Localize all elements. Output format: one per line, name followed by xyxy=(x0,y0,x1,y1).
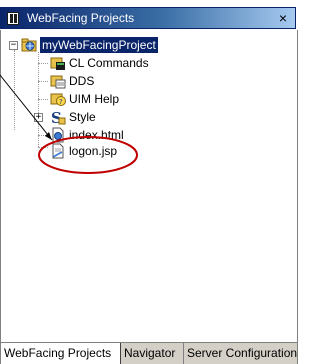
tab-server-configuration[interactable]: Server Configuration xyxy=(184,343,298,364)
tree-item-label: logon.jsp xyxy=(69,144,118,158)
dds-icon xyxy=(50,75,66,89)
tree-root-node[interactable]: − myWebFacingProject xyxy=(9,36,181,54)
view-title: WebFacing Projects xyxy=(27,11,135,25)
expand-toggle[interactable]: + xyxy=(34,113,43,122)
tab-navigator[interactable]: Navigator xyxy=(121,343,184,364)
tree-item-dds[interactable]: DDS xyxy=(50,72,130,90)
project-tree-panel: − myWebFacingProject CL Commands DDS ? U… xyxy=(0,30,298,342)
tab-webfacing-projects[interactable]: WebFacing Projects xyxy=(0,343,121,364)
view-title-bar: WebFacing Projects × xyxy=(0,0,298,30)
collapse-toggle[interactable]: − xyxy=(9,41,18,50)
view-tab-bar: WebFacing Projects Navigator Server Conf… xyxy=(0,342,298,364)
svg-text:?: ? xyxy=(59,98,63,106)
tree-item-style[interactable]: + S Style xyxy=(34,108,130,126)
jsp-file-icon xyxy=(52,143,64,159)
close-icon[interactable]: × xyxy=(275,9,291,27)
style-icon: S xyxy=(51,109,66,125)
tree-item-cl-commands[interactable]: CL Commands xyxy=(50,54,170,72)
tree-item-label: CL Commands xyxy=(69,56,149,70)
tree-item-uim-help[interactable]: ? UIM Help xyxy=(50,90,150,108)
tree-item-label: DDS xyxy=(69,74,95,88)
tree-root-label: myWebFacingProject xyxy=(40,37,158,53)
tree-item-label: index.html xyxy=(69,128,124,142)
projects-view-icon xyxy=(7,12,19,25)
view-title-tab[interactable]: WebFacing Projects × xyxy=(0,7,296,29)
html-file-icon xyxy=(52,127,64,143)
tree-item-label: Style xyxy=(69,110,96,124)
cl-commands-icon xyxy=(50,57,65,70)
webfacing-project-icon xyxy=(21,38,37,52)
uim-help-icon: ? xyxy=(50,93,66,106)
tree-item-logon-jsp[interactable]: logon.jsp xyxy=(50,142,150,160)
tree-item-label: UIM Help xyxy=(69,92,120,106)
